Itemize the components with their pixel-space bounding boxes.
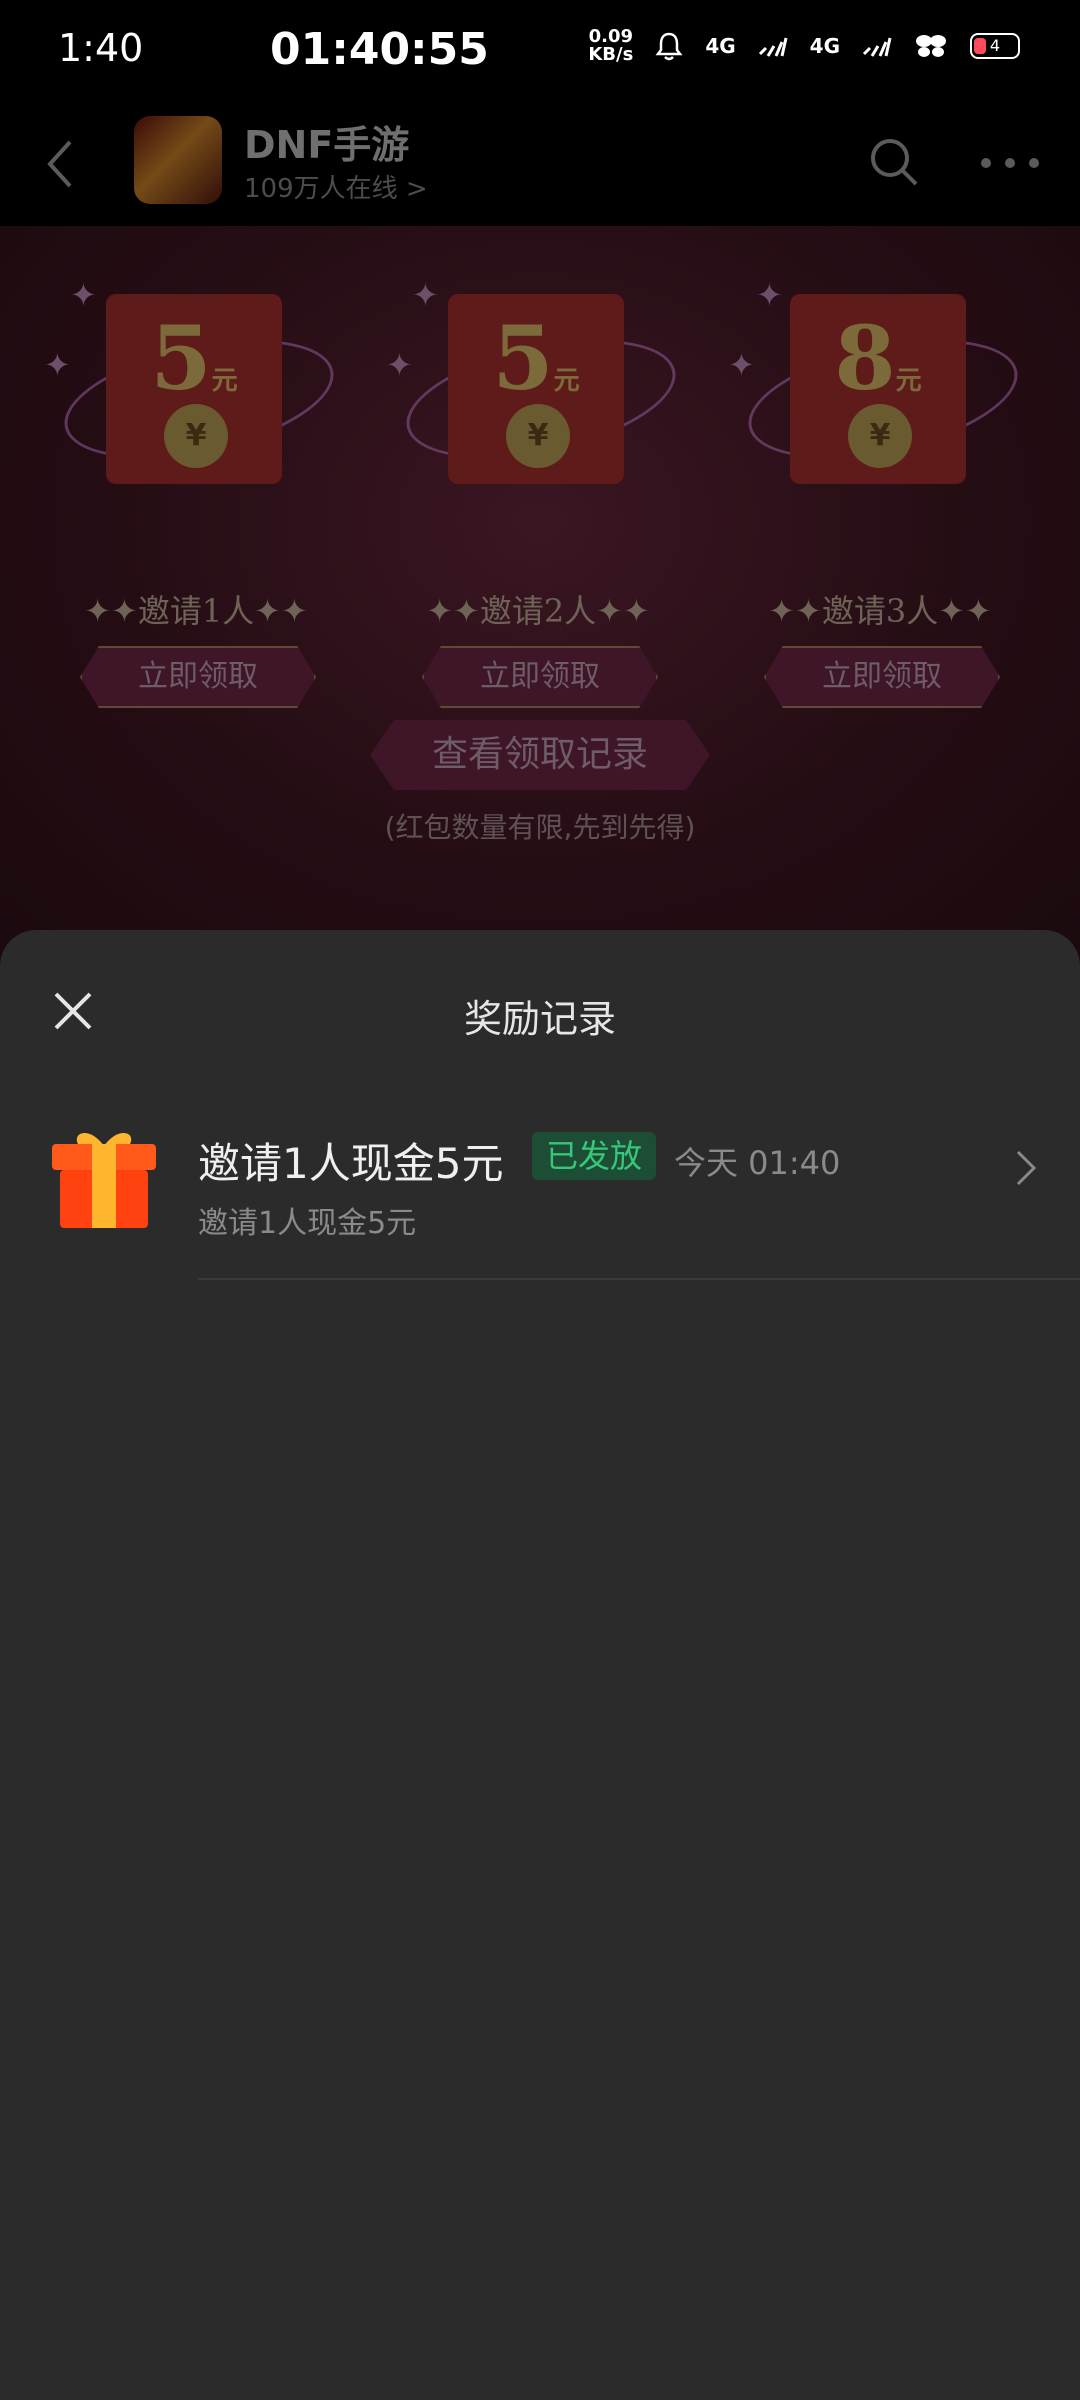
sheet-title: 奖励记录 <box>463 997 616 1041</box>
signal-4g-1: 4G <box>705 34 736 58</box>
status-clock: 01:40:55 <box>270 24 489 75</box>
record-time: 今天 01:40 <box>674 1144 841 1182</box>
gift-icon <box>52 1132 156 1228</box>
claim-button[interactable]: 立即领取 <box>80 646 316 708</box>
red-envelope: 8元 ¥ <box>790 294 966 484</box>
record-row[interactable]: 邀请1人现金5元 已发放 今天 01:40 邀请1人现金5元 <box>0 1120 1080 1270</box>
coin-icon: ¥ <box>506 404 570 468</box>
envelope-card-2: 5元 ¥ ✦✦邀请2人✦✦ 立即领取 <box>395 246 687 726</box>
back-icon[interactable] <box>40 134 80 194</box>
invite-label: ✦✦邀请2人✦✦ <box>426 592 650 630</box>
more-icon[interactable] <box>978 156 1042 170</box>
game-avatar[interactable] <box>134 116 222 204</box>
coin-icon: ¥ <box>848 404 912 468</box>
status-time: 1:40 <box>58 26 144 70</box>
envelope-card-1: 5元 ¥ ✦✦邀请1人✦✦ 立即领取 <box>53 246 345 726</box>
red-envelope: 5元 ¥ <box>106 294 282 484</box>
signal-4g-2: 4G <box>809 34 840 58</box>
status-badge: 已发放 <box>532 1132 657 1180</box>
divider <box>198 1278 1080 1280</box>
envelope-amount: 5元 <box>492 306 580 410</box>
claim-button[interactable]: 立即领取 <box>764 646 1000 708</box>
app-header: DNF手游 109万人在线 > <box>0 100 1080 226</box>
page-title: DNF手游 <box>244 123 410 167</box>
net-speed-unit: KB/s <box>588 44 634 65</box>
limited-note: (红包数量有限,先到先得) <box>384 811 696 844</box>
envelope-amount: 8元 <box>834 306 922 410</box>
battery-icon: 4 <box>970 33 1020 59</box>
reward-records-sheet: 奖励记录 邀请1人现金5元 已发放 今天 01:40 邀请1人现金5元 <box>0 930 1080 2400</box>
record-title: 邀请1人现金5元 <box>198 1139 504 1188</box>
record-subtitle: 邀请1人现金5元 <box>198 1206 417 1241</box>
invite-label: ✦✦邀请3人✦✦ <box>768 592 992 630</box>
online-count-link[interactable]: 109万人在线 > <box>244 168 428 205</box>
view-records-button[interactable]: 查看领取记录 <box>370 720 710 790</box>
status-icons: 0.09 KB/s 4G 4G 4 <box>588 28 1020 64</box>
search-icon[interactable] <box>868 136 920 188</box>
net-speed: 0.09 KB/s <box>588 28 633 64</box>
butterfly-icon <box>916 35 946 57</box>
coin-icon: ¥ <box>164 404 228 468</box>
chevron-right-icon[interactable] <box>1012 1146 1040 1190</box>
invite-reward-banner: ✦ ✦ ✦ ✦ ✦ ✦ 5元 ¥ ✦✦邀请1人✦✦ 立即领取 5元 ¥ ✦✦邀请… <box>0 226 1080 966</box>
envelope-amount: 5元 <box>150 306 238 410</box>
claim-button[interactable]: 立即领取 <box>422 646 658 708</box>
envelope-card-3: 8元 ¥ ✦✦邀请3人✦✦ 立即领取 <box>737 246 1029 726</box>
status-bar: 1:40 01:40:55 0.09 KB/s 4G 4G 4 <box>0 0 1080 100</box>
battery-level: 4 <box>989 36 1001 55</box>
signal-bars-icon <box>862 37 892 57</box>
signal-bars-icon <box>758 37 788 57</box>
red-envelope: 5元 ¥ <box>448 294 624 484</box>
bell-icon <box>655 32 683 61</box>
invite-label: ✦✦邀请1人✦✦ <box>84 592 308 630</box>
